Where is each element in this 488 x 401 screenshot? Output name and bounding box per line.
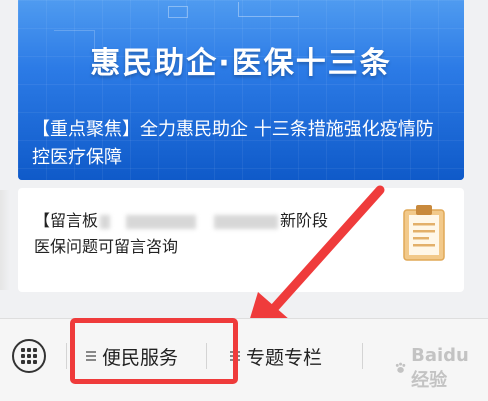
side-shadow	[0, 190, 10, 290]
banner-title: 惠民助企·医保十三条	[90, 46, 392, 81]
nav-item-special-column[interactable]: 专题专栏	[230, 339, 322, 373]
clipboard-icon	[403, 205, 445, 261]
paw-icon	[395, 362, 406, 373]
annotation-arrow	[244, 185, 385, 338]
banner-deco	[238, 2, 299, 17]
watermark-text: Baidu 经验	[411, 344, 469, 391]
screen: 惠民助企·医保十三条 【重点聚焦】全力惠民助企 十三条措施强化疫情防控医疗保障 …	[0, 0, 488, 401]
banner-caption[interactable]: 【重点聚焦】全力惠民助企 十三条措施强化疫情防控医疗保障	[32, 116, 450, 172]
banner-deco	[168, 6, 188, 18]
annotation-highlight-box	[70, 318, 238, 384]
redacted-text	[126, 214, 197, 229]
keyboard-icon[interactable]	[12, 339, 46, 373]
watermark: Baidu 经验	[394, 344, 484, 391]
nav-item-label: 专题专栏	[246, 346, 323, 369]
redacted-text	[100, 214, 111, 229]
news-banner[interactable]: 惠民助企·医保十三条 【重点聚焦】全力惠民助企 十三条措施强化疫情防控医疗保障	[18, 0, 464, 180]
nav-divider	[66, 343, 67, 369]
nav-divider	[362, 343, 363, 369]
message-prefix: 【留言板	[34, 211, 99, 230]
